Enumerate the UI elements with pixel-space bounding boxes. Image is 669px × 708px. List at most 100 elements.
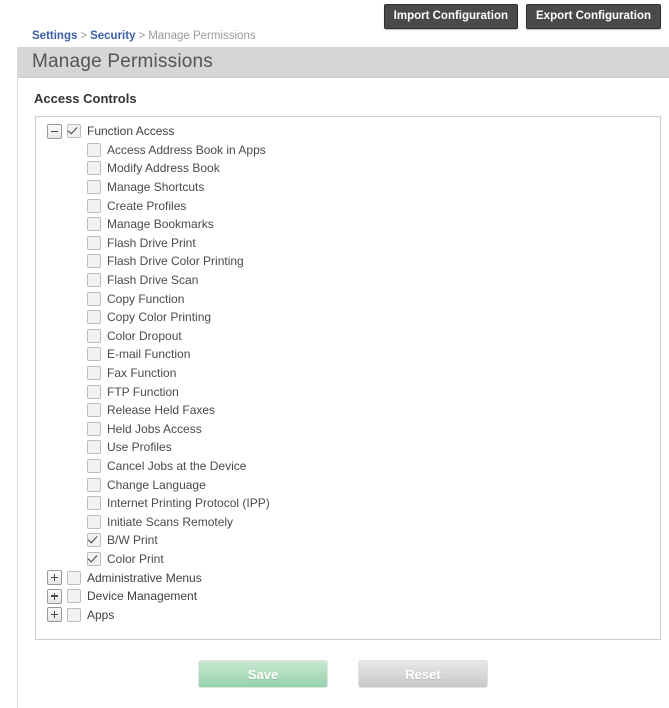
tree-item-label: Flash Drive Scan [107,273,199,288]
tree-item-fax-function[interactable]: Fax Function [36,364,660,383]
checkbox-flash-drive-color-printing[interactable] [87,254,101,269]
tree-item-label: Held Jobs Access [107,421,202,436]
checkbox-color-print[interactable] [87,551,101,566]
checkbox-flash-drive-scan[interactable] [87,273,101,288]
breadcrumb-separator: > [80,30,88,42]
tree-item-label: Manage Bookmarks [107,217,214,232]
breadcrumb-item-settings[interactable]: Settings [32,30,77,42]
tree-item-change-language[interactable]: Change Language [36,475,660,494]
checkbox-flash-drive-print[interactable] [87,235,101,250]
expand-plus-icon[interactable] [47,588,62,604]
checkbox-release-held-faxes[interactable] [87,403,101,418]
tree-item-label: Cancel Jobs at the Device [107,458,247,473]
expand-plus-icon[interactable] [47,570,62,586]
breadcrumb-separator: > [138,30,146,42]
checkbox-held-jobs-access[interactable] [87,421,101,436]
tree-item-use-profiles[interactable]: Use Profiles [36,438,660,457]
tree-item-label: Color Print [107,551,164,566]
tree-item-color-dropout[interactable]: Color Dropout [36,327,660,346]
checkbox-internet-printing-protocol-ipp[interactable] [87,496,101,511]
expand-plus-icon[interactable] [47,607,62,623]
tree-node-label: Administrative Menus [87,570,202,585]
tree-item-e-mail-function[interactable]: E-mail Function [36,345,660,364]
tree-item-cancel-jobs-at-the-device[interactable]: Cancel Jobs at the Device [36,457,660,476]
checkbox-manage-bookmarks[interactable] [87,217,101,232]
checkbox-copy-function[interactable] [87,291,101,306]
tree-item-flash-drive-print[interactable]: Flash Drive Print [36,234,660,253]
tree-item-flash-drive-scan[interactable]: Flash Drive Scan [36,271,660,290]
tree-item-label: Initiate Scans Remotely [107,514,234,529]
tree-node-label: Device Management [87,589,198,604]
checkbox-initiate-scans-remotely[interactable] [87,514,101,529]
tree-item-label: Use Profiles [107,440,172,455]
tree-item-held-jobs-access[interactable]: Held Jobs Access [36,420,660,439]
tree-item-label: Color Dropout [107,328,182,343]
tree-item-manage-shortcuts[interactable]: Manage Shortcuts [36,178,660,197]
tree-item-label: Flash Drive Color Printing [107,254,244,269]
tree-item-label: E-mail Function [107,347,191,362]
tree-item-initiate-scans-remotely[interactable]: Initiate Scans Remotely [36,512,660,531]
tree-item-access-address-book-in-apps[interactable]: Access Address Book in Apps [36,141,660,160]
tree-item-ftp-function[interactable]: FTP Function [36,382,660,401]
checkbox-device-management[interactable] [67,589,81,604]
checkbox-administrative-menus[interactable] [67,570,81,585]
checkbox-manage-shortcuts[interactable] [87,180,101,195]
checkbox-use-profiles[interactable] [87,440,101,455]
tree-node-administrative-menus[interactable]: Administrative Menus [36,568,660,587]
checkbox-change-language[interactable] [87,477,101,492]
tree-item-label: B/W Print [107,533,158,548]
access-controls-tree: Function Access Access Address Book in Ap… [35,116,661,640]
tree-item-label: Modify Address Book [107,161,220,176]
content-panel: Manage Permissions Access Controls Funct… [17,47,669,708]
tree-item-flash-drive-color-printing[interactable]: Flash Drive Color Printing [36,252,660,271]
tree-node-label: Apps [87,607,115,622]
top-action-bar: Import Configuration Export Configuratio… [383,4,661,29]
tree-item-label: Release Held Faxes [107,403,216,418]
checkbox-fax-function[interactable] [87,366,101,381]
section-heading: Access Controls [34,91,137,106]
import-configuration-button[interactable]: Import Configuration [383,4,518,29]
checkbox-cancel-jobs-at-the-device[interactable] [87,458,101,473]
checkbox-e-mail-function[interactable] [87,347,101,362]
tree-item-label: Create Profiles [107,198,187,213]
checkbox-color-dropout[interactable] [87,328,101,343]
tree-item-release-held-faxes[interactable]: Release Held Faxes [36,401,660,420]
tree-item-label: FTP Function [107,384,179,399]
breadcrumb-item-manage-permissions: Manage Permissions [148,30,256,42]
tree-item-label: Flash Drive Print [107,235,196,250]
checkbox-modify-address-book[interactable] [87,161,101,176]
breadcrumb: Settings > Security > Manage Permissions [32,29,256,43]
tree-item-color-print[interactable]: Color Print [36,550,660,569]
form-actions: Save Reset [17,660,669,688]
tree-node-apps[interactable]: Apps [36,605,660,624]
export-configuration-button[interactable]: Export Configuration [526,4,661,29]
checkbox-copy-color-printing[interactable] [87,310,101,325]
tree-item-b-w-print[interactable]: B/W Print [36,531,660,550]
tree-item-label: Internet Printing Protocol (IPP) [107,496,270,511]
tree-item-label: Manage Shortcuts [107,180,205,195]
tree-item-label: Copy Function [107,291,185,306]
tree-node-device-management[interactable]: Device Management [36,587,660,606]
reset-button[interactable]: Reset [358,660,488,688]
checkbox-ftp-function[interactable] [87,384,101,399]
checkbox-apps[interactable] [67,607,81,622]
checkbox-function-access[interactable] [67,124,81,139]
tree-item-label: Copy Color Printing [107,310,212,325]
tree-item-create-profiles[interactable]: Create Profiles [36,196,660,215]
tree-item-label: Fax Function [107,366,177,381]
tree-item-copy-function[interactable]: Copy Function [36,289,660,308]
tree-item-manage-bookmarks[interactable]: Manage Bookmarks [36,215,660,234]
save-button[interactable]: Save [198,660,328,688]
checkbox-b-w-print[interactable] [87,533,101,548]
tree-item-label: Change Language [107,477,206,492]
collapse-minus-icon[interactable] [47,123,62,139]
tree-item-modify-address-book[interactable]: Modify Address Book [36,159,660,178]
checkbox-access-address-book-in-apps[interactable] [87,142,101,157]
tree-node-function-access[interactable]: Function Access [36,122,660,141]
tree-item-copy-color-printing[interactable]: Copy Color Printing [36,308,660,327]
tree-item-internet-printing-protocol-ipp[interactable]: Internet Printing Protocol (IPP) [36,494,660,513]
page-title-bar: Manage Permissions [18,47,669,78]
checkbox-create-profiles[interactable] [87,198,101,213]
breadcrumb-item-security[interactable]: Security [90,30,135,42]
tree-item-label: Access Address Book in Apps [107,142,266,157]
